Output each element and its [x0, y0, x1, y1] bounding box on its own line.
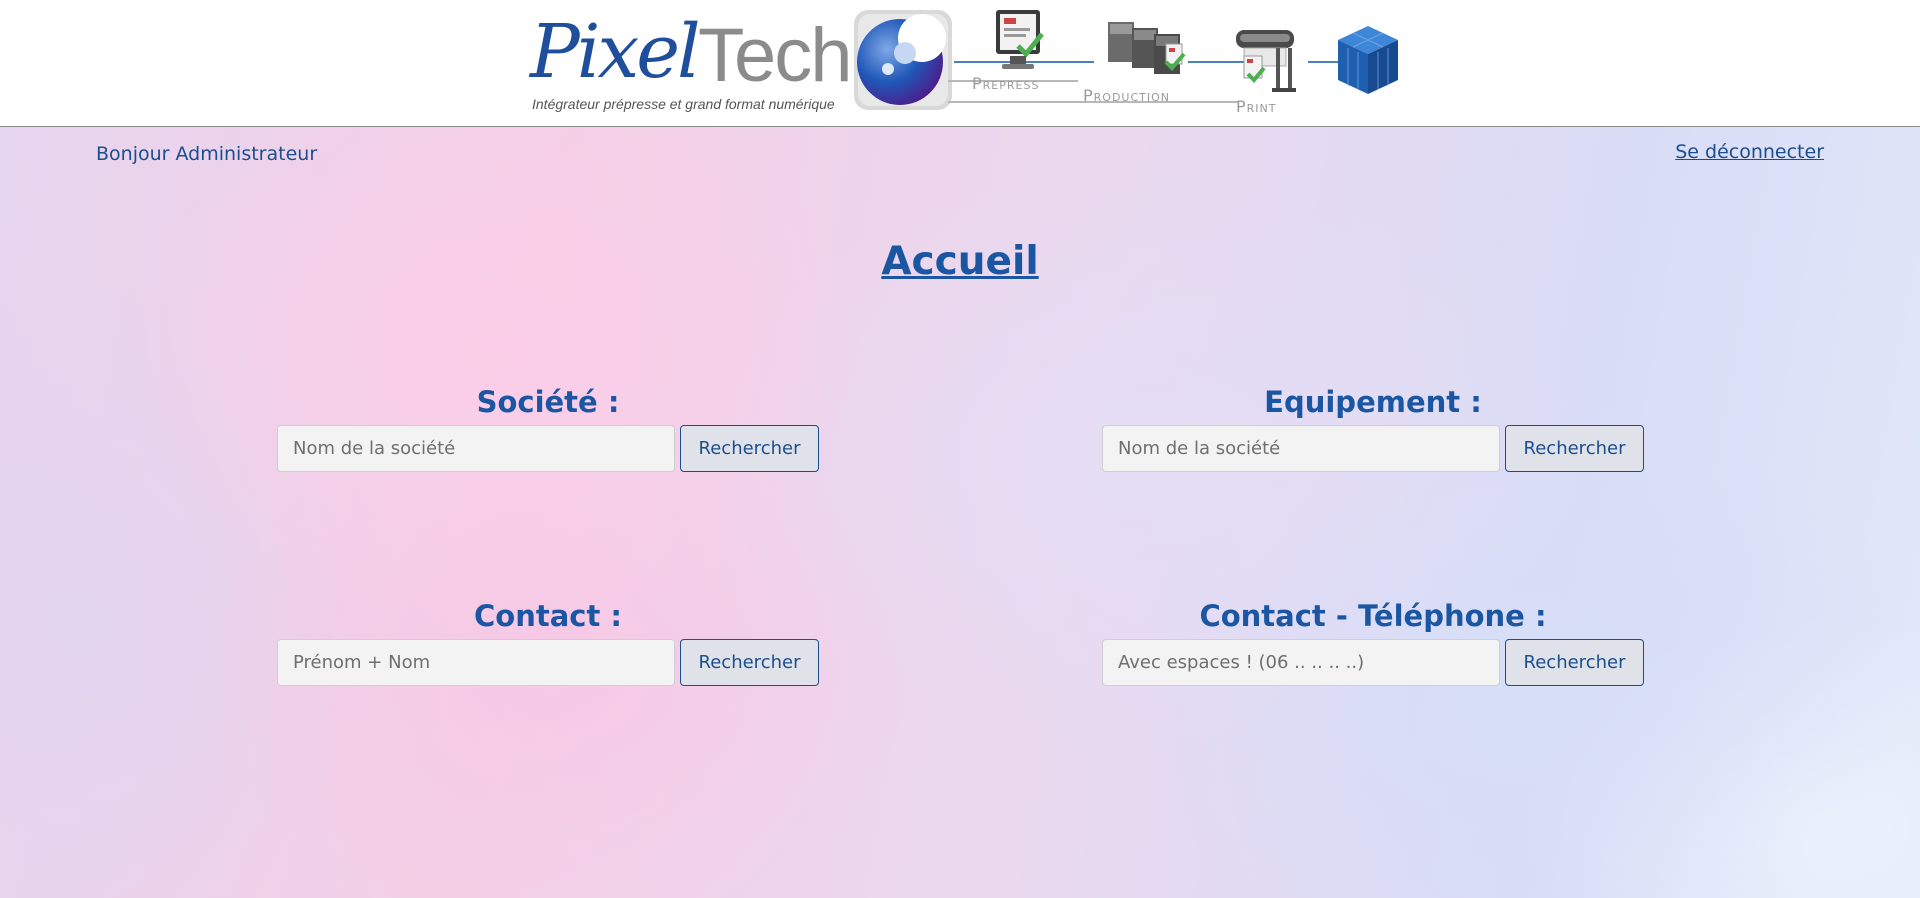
phone-search-input[interactable] [1102, 639, 1500, 686]
stage-label-prepress: Prepress [972, 74, 1040, 93]
page-title: Accueil [881, 239, 1039, 284]
user-greeting: Bonjour Administrateur [96, 143, 318, 165]
search-phone-label: Contact - Téléphone : [1199, 599, 1547, 633]
plotter-icon [1236, 30, 1296, 92]
search-phone-row: Rechercher [1102, 639, 1644, 686]
search-contact-block: Contact : Rechercher [277, 599, 819, 686]
monitor-icon [996, 10, 1044, 69]
contact-search-button[interactable]: Rechercher [680, 639, 819, 686]
search-equipment-label: Equipement : [1264, 385, 1482, 419]
search-phone-block: Contact - Téléphone : Rechercher [1102, 599, 1644, 686]
main-content: Bonjour Administrateur Se déconnecter Ac… [0, 127, 1920, 898]
search-equipment-row: Rechercher [1102, 425, 1644, 472]
logo-word-tech: Tech [698, 13, 853, 98]
search-company-label: Société : [476, 385, 620, 419]
brand-mark-icon [854, 10, 952, 110]
company-search-input[interactable] [277, 425, 675, 472]
pixeltech-logo-banner: Pixel Tech Intégrateur prépresse et gran… [528, 8, 1400, 118]
stage-label-print: Print [1236, 97, 1277, 116]
search-company-block: Société : Rechercher [277, 385, 819, 472]
logo-word-pixel: Pixel [530, 9, 701, 95]
stage-label-production: Production [1083, 86, 1171, 105]
search-contact-row: Rechercher [277, 639, 819, 686]
phone-search-button[interactable]: Rechercher [1505, 639, 1644, 686]
equipment-search-input[interactable] [1102, 425, 1500, 472]
search-equipment-block: Equipement : Rechercher [1102, 385, 1644, 472]
search-company-row: Rechercher [277, 425, 819, 472]
company-search-button[interactable]: Rechercher [680, 425, 819, 472]
site-header: Pixel Tech Intégrateur prépresse et gran… [0, 0, 1920, 127]
logout-link[interactable]: Se déconnecter [1675, 141, 1824, 163]
search-contact-label: Contact : [473, 599, 623, 633]
production-machines-icon [1108, 22, 1186, 74]
contact-search-input[interactable] [277, 639, 675, 686]
cube-icon [1338, 26, 1398, 94]
logo-tagline: Intégrateur prépresse et grand format nu… [532, 96, 835, 112]
equipment-search-button[interactable]: Rechercher [1505, 425, 1644, 472]
